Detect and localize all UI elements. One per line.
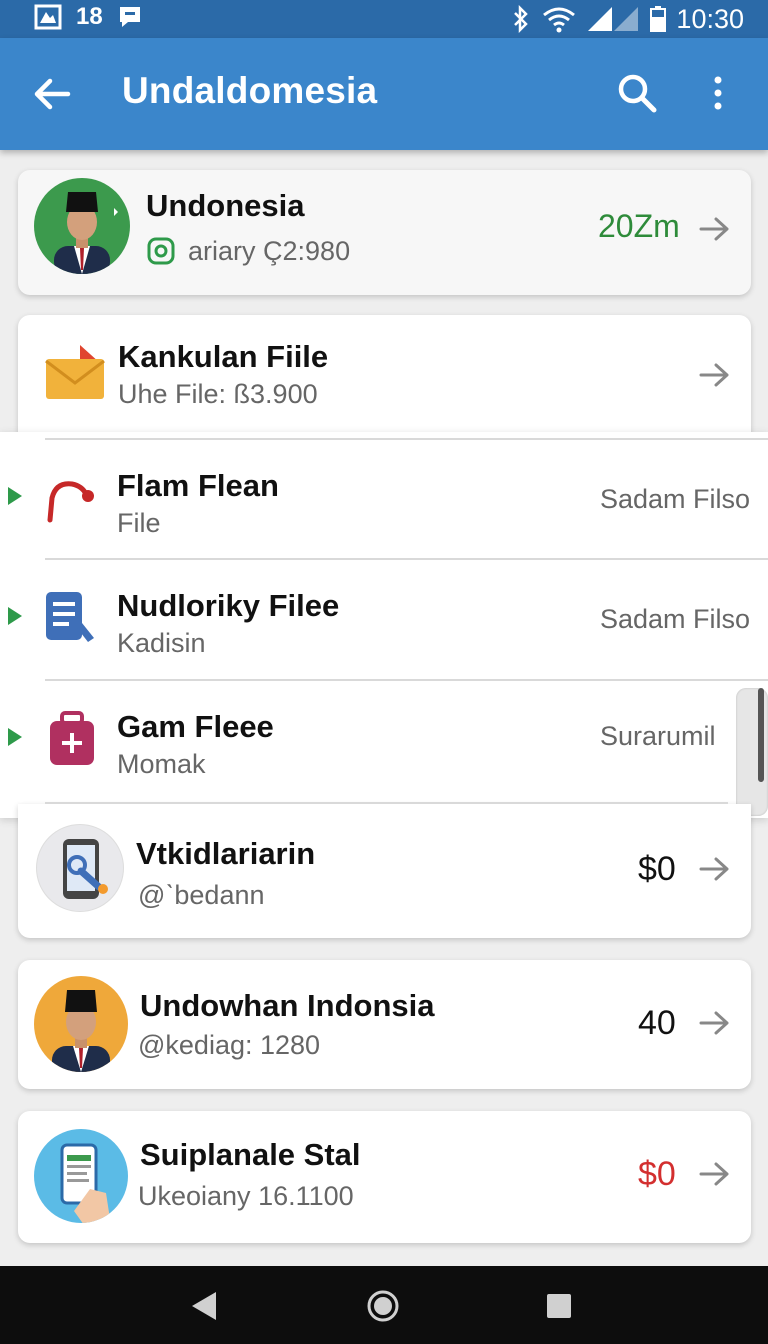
profile-card[interactable]: Undonesia ariary Ç2:980 20Zm [18,170,751,295]
system-nav-bar [0,1266,768,1344]
scrollbar[interactable] [736,688,768,816]
list-card[interactable]: Undowhan Indonsia @kediag: 1280 40 [18,960,751,1089]
whatsapp-icon [147,237,175,265]
list-card-value: $0 [638,850,676,888]
nav-back-icon[interactable] [188,1290,220,1322]
list-item-status: Sadam Filso [600,484,751,514]
chevron-right-icon[interactable] [698,1008,732,1038]
list-item[interactable]: Gam Fleee Momak Surarumil [0,681,768,801]
list-card[interactable]: Suiplanale Stal Ukeoiany 16.1100 $0 [18,1111,751,1243]
back-arrow-icon[interactable] [30,72,74,116]
envelope-icon [45,345,105,399]
more-options-icon[interactable] [700,72,736,114]
app-bar: Undaldomesia [0,38,768,150]
nav-recents-icon[interactable] [545,1292,573,1320]
nav-home-icon[interactable] [366,1289,400,1323]
profile-name: Undonesia [146,188,305,223]
list-item-status: Surarumil [600,721,716,751]
list-card-value: $0 [638,1155,676,1193]
status-bar: 18 10:30 [0,0,768,38]
list-card-title: Vtkidlariarin [136,836,316,871]
phone-app-icon [36,824,124,912]
list-card-title: Suiplanale Stal [140,1137,361,1172]
list-item[interactable]: Flam Flean File Sadam Filso [0,440,768,558]
list-card-title: Undowhan Indonsia [140,988,435,1023]
list-item-title: Flam Flean [117,468,279,503]
profile-subtitle: ariary Ç2:980 [188,236,351,266]
document-icon [46,592,94,642]
expand-arrow-icon[interactable] [8,607,22,625]
file-card-title: Kankulan Fiile [118,339,329,374]
notification-count: 18 [76,3,103,30]
list-item-title: Gam Fleee [117,709,274,744]
avatar [34,976,128,1072]
battery-icon [650,6,667,32]
list-item-subtitle: Momak [117,749,206,779]
list-card-subtitle: @ˋbedann [138,880,265,910]
list-card-subtitle: @kediag: 1280 [138,1030,321,1060]
wifi-icon [543,7,576,33]
chevron-right-icon[interactable] [698,360,732,390]
list-item-title: Nudloriky Filee [117,588,340,623]
bluetooth-icon [514,5,529,33]
hook-icon [47,481,94,523]
avatar [34,178,130,274]
search-icon[interactable] [616,72,658,114]
list-card-subtitle: Ukeoiany 16.1100 [138,1181,354,1211]
list-card[interactable]: Vtkidlariarin @ˋbedann $0 [18,802,751,938]
list-item-subtitle: File [117,508,161,538]
mobile-payment-icon [34,1129,128,1223]
page-title: Undaldomesia [122,70,378,111]
gallery-notification-icon [34,4,62,30]
list-card-value: 40 [638,1004,676,1042]
signal-icon [588,7,639,31]
first-aid-kit-icon [50,711,94,765]
clock: 10:30 [676,3,744,34]
profile-value: 20Zm [598,208,680,244]
expand-arrow-icon[interactable] [8,487,22,505]
scrollbar-thumb[interactable] [758,688,764,782]
list-item-status: Sadam Filso [600,604,751,634]
chevron-right-icon[interactable] [698,854,732,884]
file-submenu-panel: Flam Flean File Sadam Filso Nudloriky Fi… [0,432,768,818]
expand-arrow-icon[interactable] [8,728,22,746]
message-notification-icon [119,7,140,27]
list-item[interactable]: Nudloriky Filee Kadisin Sadam Filso [0,560,768,678]
chevron-right-icon[interactable] [698,1159,732,1189]
file-card-subtitle: Uhe File: ß3.900 [118,379,318,409]
file-card[interactable]: Kankulan Fiile Uhe File: ß3.900 [18,315,751,445]
list-item-subtitle: Kadisin [117,628,206,658]
divider [45,802,728,804]
chevron-right-icon[interactable] [698,214,732,244]
